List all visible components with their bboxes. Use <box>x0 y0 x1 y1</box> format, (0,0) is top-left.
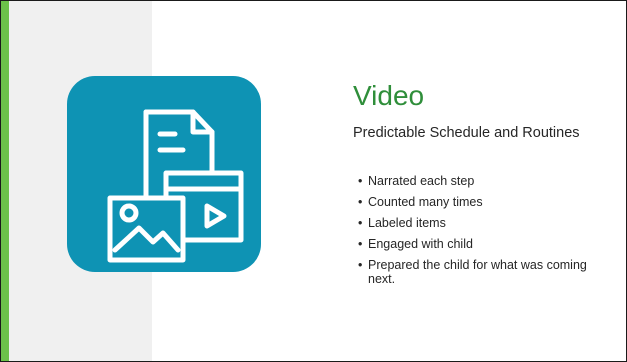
bullet-dot: • <box>358 194 363 209</box>
bullet-text: Narrated each step <box>368 174 475 188</box>
bullet-item: • Prepared the child for what was coming … <box>358 258 608 287</box>
bullet-text: Engaged with child <box>368 236 473 251</box>
bullet-list: • Narrated each step • Counted many times … <box>358 174 608 293</box>
bullet-text: Prepared the child for what was coming n… <box>368 257 587 286</box>
bullet-text: Counted many times <box>368 194 483 209</box>
bullet-dot: • <box>358 257 363 272</box>
bullet-text: Labeled items <box>368 215 446 230</box>
bullet-item: • Counted many times <box>358 195 608 209</box>
bullet-item: • Labeled items <box>358 216 608 230</box>
slide-title: Video <box>353 80 425 111</box>
bullet-dot: • <box>358 215 363 230</box>
bullet-dot: • <box>358 174 363 188</box>
bullet-dot: • <box>358 236 363 251</box>
bullet-item: • Narrated each step <box>358 174 608 188</box>
media-icon-tile <box>67 76 261 272</box>
slide-subtitle: Predictable Schedule and Routines <box>353 125 580 141</box>
accent-bar <box>1 1 9 361</box>
document-image-video-icon <box>107 109 244 263</box>
slide: Video Predictable Schedule and Routines … <box>0 0 627 362</box>
bullet-item: • Engaged with child <box>358 237 608 251</box>
